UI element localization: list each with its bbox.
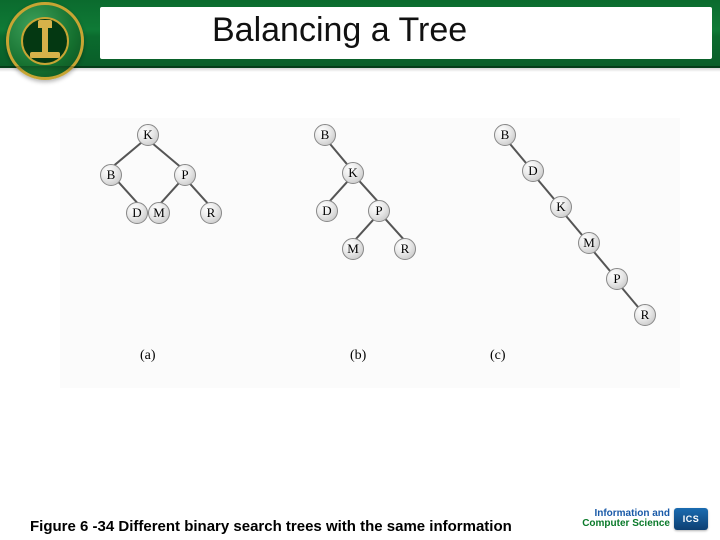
title-wrap: Balancing a Tree (100, 7, 712, 59)
tree-node: K (137, 124, 159, 146)
tree-node: M (342, 238, 364, 260)
figure-sublabel-a: (a) (140, 348, 156, 364)
tree-node: R (200, 202, 222, 224)
footer-badge: ICS (674, 508, 708, 530)
tree-node: D (316, 200, 338, 222)
figure-sublabel-c: (c) (490, 348, 506, 364)
logo-tower-icon (42, 28, 48, 54)
tree-node: K (550, 196, 572, 218)
tree-node: M (578, 232, 600, 254)
footer-logo: Information and Computer Science ICS (582, 508, 708, 530)
slide-content: K B P D M R B K D P M R B D K M P R (a) … (0, 118, 720, 388)
tree-node: P (606, 268, 628, 290)
footer-line2: Computer Science (582, 519, 670, 530)
tree-node: M (148, 202, 170, 224)
figure-caption: Figure 6 -34 Different binary search tre… (30, 518, 512, 535)
tree-node: P (368, 200, 390, 222)
tree-node: B (314, 124, 336, 146)
tree-node: R (394, 238, 416, 260)
logo-inner (21, 17, 69, 65)
slide-header: Balancing a Tree (0, 0, 720, 68)
tree-node: D (126, 202, 148, 224)
figure-sublabel-b: (b) (350, 348, 366, 364)
tree-node: D (522, 160, 544, 182)
university-logo (6, 2, 84, 80)
footer-text: Information and Computer Science (582, 509, 670, 530)
tree-node: B (494, 124, 516, 146)
figure-area: K B P D M R B K D P M R B D K M P R (a) … (60, 118, 680, 388)
slide-title: Balancing a Tree (208, 8, 479, 53)
tree-node: K (342, 162, 364, 184)
tree-node: P (174, 164, 196, 186)
tree-node: R (634, 304, 656, 326)
tree-node: B (100, 164, 122, 186)
